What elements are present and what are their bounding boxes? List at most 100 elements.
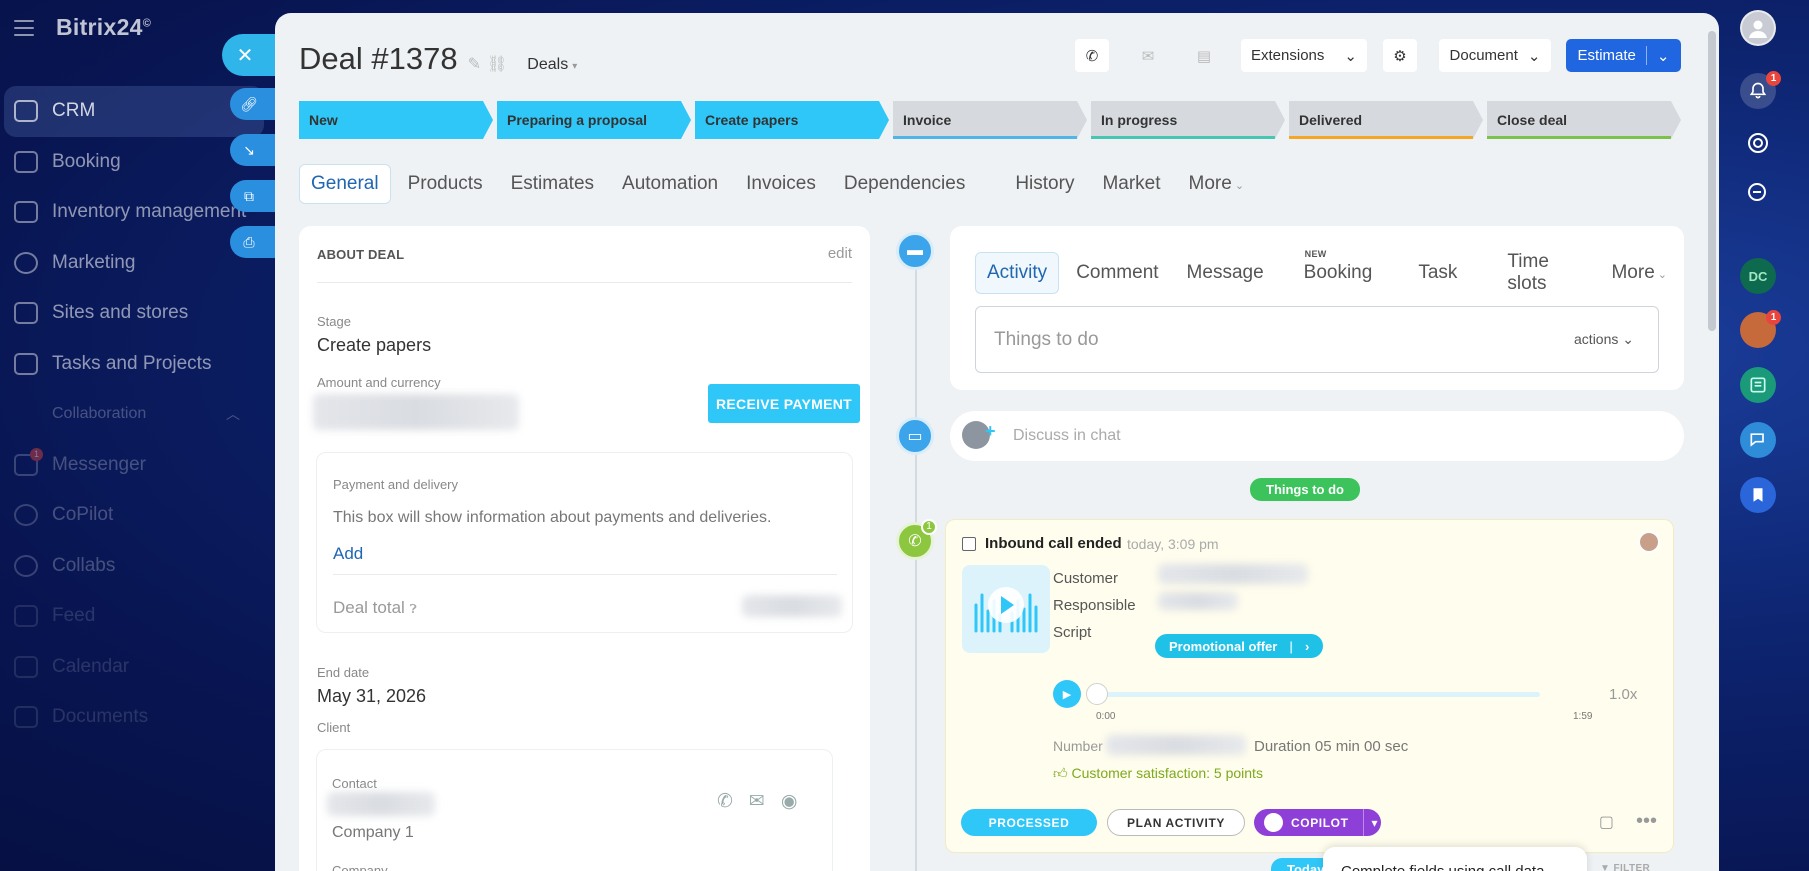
copilot-button[interactable]: COPILOT ▾ <box>1254 809 1381 836</box>
tab-estimates[interactable]: Estimates <box>500 165 605 203</box>
sidebar-item-tasks[interactable]: Tasks and Projects <box>4 339 264 390</box>
sidebar-item-booking[interactable]: Booking <box>4 137 264 188</box>
user-avatar[interactable] <box>1740 10 1776 46</box>
email-button[interactable]: ✉ <box>1131 39 1165 72</box>
print-button[interactable]: ⎙ <box>230 226 278 258</box>
settings-button[interactable]: ⚙ <box>1383 39 1417 72</box>
tab-time-slots[interactable]: Time slots <box>1496 242 1594 304</box>
call-button[interactable]: ✆ <box>1075 39 1109 72</box>
copilot-rail-button[interactable] <box>1740 125 1776 161</box>
tab-more[interactable]: More ⌄ <box>1178 165 1256 203</box>
call-count-badge: 1 <box>921 519 937 535</box>
playback-knob[interactable] <box>1086 683 1108 705</box>
tab-more-label: More <box>1611 262 1655 283</box>
end-date-value[interactable]: May 31, 2026 <box>317 686 426 707</box>
timeline-chat-dot: ▭ <box>896 417 934 455</box>
sidebar-item-calendar[interactable]: Calendar <box>4 642 264 693</box>
stage-in-progress[interactable]: In progress <box>1091 101 1285 139</box>
entity-selector[interactable]: Deals ▾ <box>527 56 577 74</box>
bookmark-app-icon[interactable] <box>1740 477 1776 513</box>
processed-button[interactable]: PROCESSED <box>961 809 1097 836</box>
playback-progress-track[interactable] <box>1096 692 1540 697</box>
number-value-blurred[interactable] <box>1106 735 1246 755</box>
more-dots-icon[interactable]: ••• <box>1636 810 1657 833</box>
caret-down-icon[interactable]: ▾ <box>1372 816 1379 830</box>
estimate-button[interactable]: Estimate ⌄ <box>1566 39 1681 72</box>
add-participant-icon[interactable]: + <box>985 421 996 442</box>
sidebar-item-copilot[interactable]: CoPilot <box>4 490 264 541</box>
edit-link[interactable]: edit <box>828 245 852 262</box>
sidebar-item-messenger[interactable]: 1 Messenger <box>4 440 264 491</box>
note-icon[interactable]: ▢ <box>1599 812 1614 832</box>
copy-link-button[interactable]: 🔗︎ <box>230 88 278 120</box>
stage-invoice[interactable]: Invoice <box>893 101 1087 139</box>
sidebar-item-inventory[interactable]: Inventory management <box>4 187 264 238</box>
sidebar-group-collaboration[interactable]: Collaboration ︿ <box>4 389 264 440</box>
amount-field-value-blurred[interactable] <box>313 394 519 430</box>
tab-products[interactable]: Products <box>397 165 494 203</box>
customer-value-blurred[interactable] <box>1158 564 1308 584</box>
responsible-avatar[interactable] <box>1638 531 1660 553</box>
sidebar-item-crm[interactable]: CRM <box>4 86 264 137</box>
play-button[interactable]: ▶ <box>1053 680 1081 708</box>
payment-add-link[interactable]: Add <box>333 544 363 564</box>
notes-app-icon[interactable] <box>1740 367 1776 403</box>
document-button[interactable]: Document ⌄ <box>1439 39 1551 72</box>
sidebar-item-feed[interactable]: Feed <box>4 591 264 642</box>
tab-message[interactable]: Message <box>1176 253 1275 293</box>
company-value[interactable]: Company 1 <box>332 824 414 842</box>
tab-market[interactable]: Market <box>1091 165 1171 203</box>
pencil-icon[interactable]: ✎ <box>468 54 481 74</box>
playback-speed[interactable]: 1.0x <box>1609 686 1637 703</box>
phone-icon[interactable]: ✆ <box>717 790 733 813</box>
todo-input[interactable]: Things to do actions ⌄ <box>975 306 1659 373</box>
tab-invoices[interactable]: Invoices <box>735 165 827 203</box>
receive-payment-button[interactable]: RECEIVE PAYMENT <box>708 384 860 423</box>
tab-task[interactable]: Task <box>1407 253 1468 293</box>
call-complete-checkbox[interactable] <box>962 537 976 551</box>
call-duration: Duration 05 min 00 sec <box>1254 738 1409 755</box>
extensions-button[interactable]: Extensions ⌄ <box>1241 39 1367 72</box>
stage-delivered[interactable]: Delivered <box>1289 101 1483 139</box>
help-icon[interactable]: ❓︎ <box>410 602 417 616</box>
contact-dc-avatar[interactable]: DC <box>1740 258 1776 294</box>
timeline-filter-button[interactable]: ▼ FILTER <box>1600 863 1650 871</box>
chat-icon[interactable]: ◉ <box>781 790 798 813</box>
open-new-window-button[interactable]: ⧉ <box>230 180 278 212</box>
envelope-icon[interactable]: ✉ <box>749 790 765 813</box>
discuss-in-chat-bar[interactable]: + Discuss in chat <box>950 411 1684 461</box>
sidebar-item-documents[interactable]: Documents <box>4 692 264 743</box>
sidebar-item-sites[interactable]: Sites and stores <box>4 288 264 339</box>
link-icon[interactable]: ⛓︎ <box>487 54 507 74</box>
tab-general[interactable]: General <box>299 164 391 204</box>
tab-dependencies[interactable]: Dependencies <box>833 165 976 203</box>
sms-button[interactable]: ▤ <box>1187 39 1221 72</box>
tab-automation[interactable]: Automation <box>611 165 729 203</box>
stage-new[interactable]: New <box>299 101 493 139</box>
actions-dropdown[interactable]: actions ⌄ <box>1574 331 1634 348</box>
logo[interactable]: Bitrix24© <box>56 14 151 41</box>
panel-scrollbar[interactable] <box>1708 31 1716 331</box>
responsible-value-blurred[interactable] <box>1158 592 1238 610</box>
plan-activity-button[interactable]: PLAN ACTIVITY <box>1107 809 1245 836</box>
search-chat-button[interactable] <box>1740 175 1776 211</box>
stage-field-value[interactable]: Create papers <box>317 335 431 356</box>
stage-create-papers[interactable]: Create papers <box>695 101 889 139</box>
stage-close-deal[interactable]: Close deal <box>1487 101 1681 139</box>
tab-comment[interactable]: Comment <box>1065 253 1169 293</box>
sidebar-item-marketing[interactable]: Marketing <box>4 238 264 289</box>
script-button[interactable]: Promotional offer | › <box>1155 634 1324 658</box>
call-recording-thumbnail[interactable] <box>962 565 1050 653</box>
tab-activity[interactable]: Activity <box>975 252 1060 294</box>
minimize-button[interactable]: ↘ <box>230 134 278 166</box>
sidebar-item-collabs[interactable]: Collabs <box>4 541 264 592</box>
contact-name-blurred[interactable] <box>327 792 435 816</box>
chats-app-icon[interactable] <box>1740 422 1776 458</box>
call-title[interactable]: Inbound call ended <box>985 535 1122 552</box>
stage-preparing-proposal[interactable]: Preparing a proposal <box>497 101 691 139</box>
close-slider-button[interactable]: ✕ <box>222 34 278 76</box>
tab-history[interactable]: History <box>1004 165 1085 203</box>
tab-activity-more[interactable]: More ⌄ <box>1600 253 1678 293</box>
tab-booking[interactable]: NEW Booking <box>1293 249 1384 293</box>
menu-burger-icon[interactable] <box>14 19 34 36</box>
